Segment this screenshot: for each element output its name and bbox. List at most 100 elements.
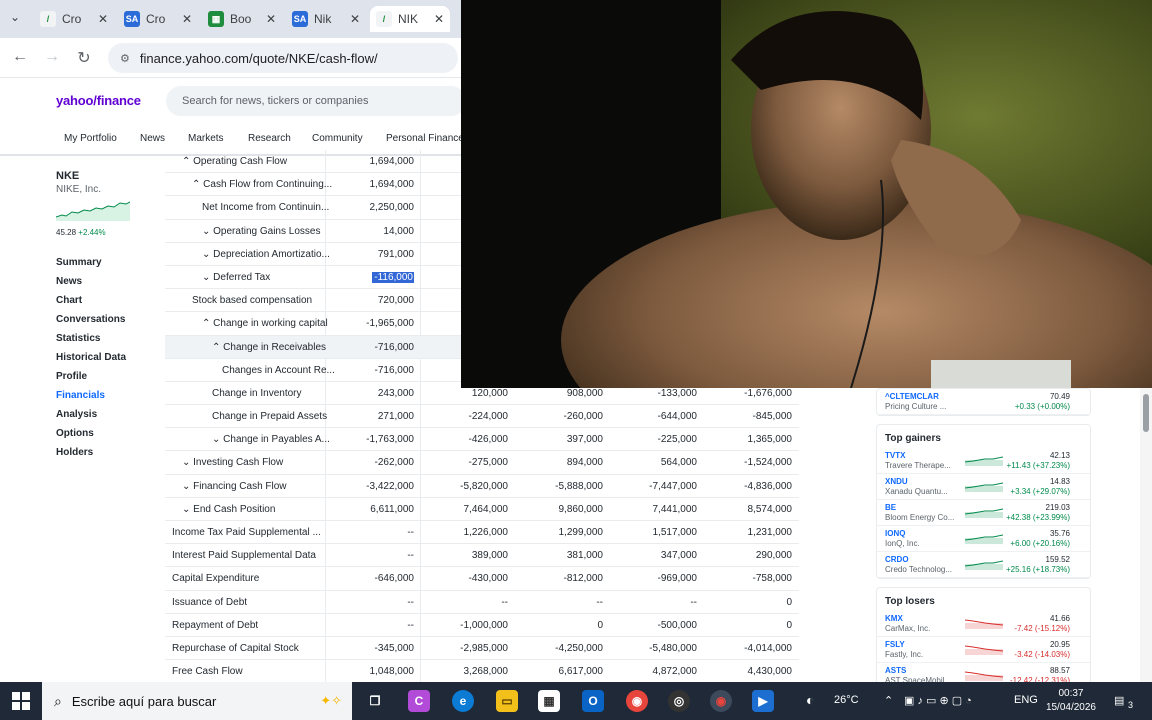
yahoo-finance-logo[interactable]: yahoo/finance bbox=[56, 93, 141, 108]
row-label[interactable]: Capital Expenditure bbox=[172, 573, 332, 584]
nav-markets[interactable]: Markets bbox=[188, 133, 224, 144]
sidebar-item-chart[interactable]: Chart bbox=[56, 295, 156, 314]
chevron-up-icon[interactable]: ⌃ bbox=[884, 694, 893, 707]
row-label[interactable]: Repayment of Debt bbox=[172, 620, 332, 631]
row-label[interactable]: Repurchase of Capital Stock bbox=[172, 643, 332, 654]
list-item[interactable]: KMX CarMax, Inc. 41.66 -7.42 (-15.12%) bbox=[877, 611, 1090, 637]
close-tab-icon[interactable]: ✕ bbox=[350, 12, 360, 26]
obs-icon[interactable]: ◎ bbox=[668, 690, 690, 712]
scrollbar-thumb[interactable] bbox=[1143, 394, 1149, 432]
sidebar-item-profile[interactable]: Profile bbox=[56, 371, 156, 390]
row-label[interactable]: ⌄ End Cash Position bbox=[182, 504, 342, 515]
list-item[interactable]: IONQ IonQ, Inc. 35.76 +6.00 (+20.16%) bbox=[877, 526, 1090, 552]
search-input[interactable]: Search for news, tickers or companies bbox=[166, 86, 466, 116]
browser-tab[interactable]: / Cro ✕ bbox=[34, 6, 114, 32]
language-indicator[interactable]: ENG bbox=[1014, 694, 1038, 706]
nav-community[interactable]: Community bbox=[312, 133, 363, 144]
row-label[interactable]: ⌄ Deferred Tax bbox=[202, 272, 362, 283]
table-row[interactable]: Change in Prepaid Assets 271,000 -224,000-… bbox=[165, 405, 799, 429]
list-item[interactable]: XNDU Xanadu Quantu... 14.83 +3.34 (+29.07%) bbox=[877, 474, 1090, 500]
sidebar-item-historical-data[interactable]: Historical Data bbox=[56, 352, 156, 371]
weather-temp[interactable]: 26°C bbox=[834, 694, 859, 706]
list-item[interactable]: TVTX Travere Therape... 42.13 +11.43 (+37.2… bbox=[877, 448, 1090, 474]
table-row[interactable]: Repayment of Debt -- -1,000,000 0 -500,000 0 bbox=[165, 614, 799, 637]
table-row[interactable]: Interest Paid Supplemental Data -- 389,000… bbox=[165, 544, 799, 568]
nav-research[interactable]: Research bbox=[248, 133, 291, 144]
browser-tab[interactable]: ▦ Boo ✕ bbox=[202, 6, 282, 32]
table-row[interactable]: Issuance of Debt -- -- -- -- 0 bbox=[165, 591, 799, 614]
clock-time: 00:37 bbox=[1058, 688, 1084, 699]
symbol[interactable]: ^CLTEMCLAR bbox=[885, 392, 939, 401]
notifications-icon[interactable]: ▤ bbox=[1114, 694, 1124, 707]
price: 70.49 bbox=[1049, 392, 1070, 401]
chrome-profile-icon[interactable]: ◉ bbox=[710, 690, 732, 712]
windows-start-icon[interactable] bbox=[12, 692, 30, 710]
table-row[interactable]: ⌄ End Cash Position 6,611,000 7,464,000 9,8… bbox=[165, 498, 799, 521]
list-item[interactable]: FSLY Fastly, Inc. 20.95 -3.42 (-14.03%) bbox=[877, 637, 1090, 663]
sidebar-item-conversations[interactable]: Conversations bbox=[56, 314, 156, 333]
sidebar-item-statistics[interactable]: Statistics bbox=[56, 333, 156, 352]
sidebar-item-summary[interactable]: Summary bbox=[56, 257, 156, 276]
table-row[interactable]: Capital Expenditure -646,000 -430,000 -812,… bbox=[165, 567, 799, 591]
row-label[interactable]: ⌄ Investing Cash Flow bbox=[182, 457, 342, 468]
outlook-icon[interactable]: O bbox=[582, 690, 604, 712]
symbol[interactable]: ASTS bbox=[885, 666, 906, 675]
symbol[interactable]: KMX bbox=[885, 614, 903, 623]
symbol[interactable]: IONQ bbox=[885, 529, 905, 538]
tab-list-chevron-icon[interactable]: ⌄ bbox=[10, 10, 20, 24]
table-row[interactable]: Free Cash Flow 1,048,000 3,268,000 6,617,00… bbox=[165, 660, 799, 684]
company-name: Xanadu Quantu... bbox=[885, 487, 948, 496]
sidebar-item-financials[interactable]: Financials bbox=[56, 390, 156, 409]
row-label[interactable]: Income Tax Paid Supplemental ... bbox=[172, 527, 332, 538]
system-clock[interactable]: 00:37 15/04/2026 bbox=[1046, 687, 1096, 715]
list-item[interactable]: BE Bloom Energy Co... 219.03 +42.38 (+23.99… bbox=[877, 500, 1090, 526]
taskbar-search-input[interactable]: ⌕ Escribe aquí para buscar ✦✧ bbox=[42, 682, 352, 720]
table-row[interactable]: ⌄ Financing Cash Flow -3,422,000 -5,820,00… bbox=[165, 475, 799, 498]
page-scrollbar[interactable] bbox=[1140, 388, 1152, 682]
nav-personal-finance[interactable]: Personal Finance bbox=[386, 133, 464, 144]
file-explorer-icon[interactable]: ▭ bbox=[496, 690, 518, 712]
browser-tab[interactable]: / NIK ✕ bbox=[370, 6, 450, 32]
address-bar[interactable]: ⚙ finance.yahoo.com/quote/NKE/cash-flow/ bbox=[108, 43, 458, 73]
forward-arrow-icon[interactable]: → bbox=[42, 48, 62, 66]
row-label[interactable]: Free Cash Flow bbox=[172, 666, 332, 677]
close-tab-icon[interactable]: ✕ bbox=[266, 12, 276, 26]
table-row[interactable]: Income Tax Paid Supplemental ... -- 1,226,… bbox=[165, 521, 799, 545]
nav-my-portfolio[interactable]: My Portfolio bbox=[64, 133, 117, 144]
sidebar-item-analysis[interactable]: Analysis bbox=[56, 409, 156, 428]
browser-tab[interactable]: SA Nik ✕ bbox=[286, 6, 366, 32]
row-label[interactable]: ⌄ Financing Cash Flow bbox=[182, 481, 342, 492]
chrome-icon[interactable]: ◉ bbox=[626, 690, 648, 712]
task-view-icon[interactable]: ❐ bbox=[364, 690, 386, 712]
app-icon[interactable]: ▶ bbox=[752, 690, 774, 712]
store-icon[interactable]: ▦ bbox=[538, 690, 560, 712]
table-row[interactable]: ⌄ Investing Cash Flow -262,000 -275,000 894… bbox=[165, 451, 799, 475]
sidebar-item-holders[interactable]: Holders bbox=[56, 447, 156, 466]
symbol[interactable]: BE bbox=[885, 503, 896, 512]
browser-tab[interactable]: SA Cro ✕ bbox=[118, 6, 198, 32]
row-label[interactable]: ⌃ Operating Cash Flow bbox=[182, 156, 342, 167]
copilot-icon[interactable]: C bbox=[408, 690, 430, 712]
edge-icon[interactable]: e bbox=[452, 690, 474, 712]
reload-icon[interactable]: ↻ bbox=[74, 48, 94, 68]
close-tab-icon[interactable]: ✕ bbox=[182, 12, 192, 26]
weather-icon[interactable]: ◐ bbox=[806, 692, 814, 708]
tray-icons[interactable]: ▣ ♪ ▭ ⊕ ▢ ◔ bbox=[904, 694, 972, 707]
sidebar-item-news[interactable]: News bbox=[56, 276, 156, 295]
symbol[interactable]: XNDU bbox=[885, 477, 908, 486]
close-tab-icon[interactable]: ✕ bbox=[98, 12, 108, 26]
table-row[interactable]: Repurchase of Capital Stock -345,000 -2,98… bbox=[165, 637, 799, 661]
symbol[interactable]: FSLY bbox=[885, 640, 905, 649]
symbol[interactable]: CRDO bbox=[885, 555, 909, 564]
row-label[interactable]: Interest Paid Supplemental Data bbox=[172, 550, 332, 561]
back-arrow-icon[interactable]: ← bbox=[10, 48, 30, 66]
sidebar-item-options[interactable]: Options bbox=[56, 428, 156, 447]
nav-news[interactable]: News bbox=[140, 133, 165, 144]
list-item[interactable]: ^CLTEMCLAR Pricing Culture ... 70.49 +0.… bbox=[877, 389, 1090, 415]
table-row[interactable]: ⌄ Change in Payables A... -1,763,000 -426,… bbox=[165, 428, 799, 452]
site-info-icon[interactable]: ⚙ bbox=[120, 52, 130, 65]
close-tab-icon[interactable]: ✕ bbox=[434, 12, 444, 26]
symbol[interactable]: TVTX bbox=[885, 451, 905, 460]
row-label[interactable]: Issuance of Debt bbox=[172, 597, 332, 608]
list-item[interactable]: CRDO Credo Technolog... 159.52 +25.16 (+18.… bbox=[877, 552, 1090, 578]
